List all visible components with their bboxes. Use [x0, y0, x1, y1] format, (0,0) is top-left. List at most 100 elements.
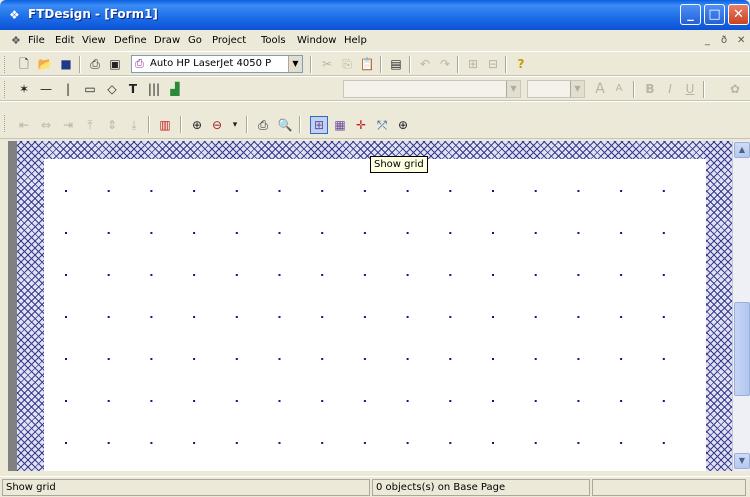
- properties-icon[interactable]: ▤: [387, 55, 405, 73]
- ellipse-icon[interactable]: ◇: [103, 80, 121, 98]
- zoom-in-icon[interactable]: ⊕: [188, 116, 206, 134]
- toolbar-separator: [299, 116, 301, 133]
- redo-icon[interactable]: ↷: [436, 55, 454, 73]
- minimize-button[interactable]: _: [680, 4, 701, 25]
- mdi-close-button[interactable]: ✕: [737, 35, 745, 46]
- grid-dot: [65, 232, 67, 234]
- app-icon[interactable]: ❖: [9, 8, 23, 22]
- align-right-icon[interactable]: ⇥: [59, 116, 77, 134]
- scroll-up-icon[interactable]: ▲: [734, 142, 750, 158]
- help-icon[interactable]: ?: [512, 55, 530, 73]
- grid-dot: [406, 358, 409, 360]
- horizontal-line-icon[interactable]: —: [37, 80, 55, 98]
- open-folder-icon[interactable]: 📂: [36, 55, 54, 73]
- pointer-cross-icon[interactable]: ✶: [15, 80, 33, 98]
- align-bottom-icon[interactable]: ⤓: [125, 116, 143, 134]
- title-bar[interactable]: ❖ FTDesign - [Form1] _ □ ✕: [0, 0, 750, 30]
- toolbar-separator: [79, 56, 81, 73]
- zoom-fit-icon[interactable]: ⊕: [394, 116, 412, 134]
- vertical-scrollbar[interactable]: ▲ ▼: [732, 141, 750, 471]
- grid-dot: [620, 442, 623, 444]
- same-size-icon[interactable]: ▥: [156, 116, 174, 134]
- grid-dot: [321, 232, 324, 234]
- show-grid-button[interactable]: ⊞: [310, 116, 328, 134]
- menu-edit[interactable]: Edit: [55, 35, 74, 46]
- document-menu-icon[interactable]: ❖: [11, 34, 25, 48]
- grid-dot: [662, 316, 665, 318]
- printer-setup-icon[interactable]: ▣: [106, 55, 124, 73]
- align-middle-v-icon[interactable]: ⇕: [103, 116, 121, 134]
- menu-draw[interactable]: Draw: [154, 35, 180, 46]
- menu-project[interactable]: Project: [212, 35, 246, 46]
- font-shrink-icon[interactable]: A: [610, 80, 628, 98]
- menu-tools[interactable]: Tools: [261, 35, 286, 46]
- toolbar-separator: [380, 56, 382, 73]
- mdi-minimize-button[interactable]: _: [705, 35, 710, 46]
- align-left-icon[interactable]: ⇤: [15, 116, 33, 134]
- menu-view[interactable]: View: [82, 35, 106, 46]
- text-tool-icon[interactable]: T: [124, 80, 142, 98]
- copy-icon[interactable]: ⎘: [338, 55, 356, 73]
- menu-help[interactable]: Help: [344, 35, 367, 46]
- paste-icon[interactable]: 📋: [358, 55, 376, 73]
- chevron-down-icon[interactable]: ▼: [506, 81, 520, 97]
- printer-icon: ⎙: [135, 57, 144, 70]
- toolbar-grip[interactable]: [4, 115, 7, 132]
- rectangle-icon[interactable]: ▭: [81, 80, 99, 98]
- grid-dot: [577, 358, 580, 360]
- chevron-down-icon[interactable]: ▼: [288, 56, 302, 72]
- toolbar-grip[interactable]: [4, 81, 7, 98]
- page-zoom-icon[interactable]: 🔍: [276, 116, 294, 134]
- crosshair-icon[interactable]: ✛: [352, 116, 370, 134]
- group-icon[interactable]: ⊞: [464, 55, 482, 73]
- font-grow-icon[interactable]: A: [591, 80, 609, 98]
- move-icon[interactable]: ⤱: [373, 116, 391, 134]
- save-icon[interactable]: ■: [57, 55, 75, 73]
- toolbar-separator: [409, 56, 411, 73]
- ungroup-icon[interactable]: ⊟: [484, 55, 502, 73]
- chevron-down-icon[interactable]: ▼: [570, 81, 584, 97]
- grid-dot: [577, 232, 580, 234]
- color-icon[interactable]: ✿: [726, 80, 744, 98]
- grid-dot: [193, 358, 196, 360]
- zoom-out-icon[interactable]: ⊖: [208, 116, 226, 134]
- design-page[interactable]: [44, 159, 706, 471]
- maximize-button[interactable]: □: [704, 4, 725, 25]
- underline-icon[interactable]: U: [681, 80, 699, 98]
- undo-icon[interactable]: ↶: [416, 55, 434, 73]
- grid-dot: [150, 190, 153, 192]
- grid-dot: [406, 274, 409, 276]
- scroll-thumb[interactable]: [734, 302, 750, 396]
- font-name-select[interactable]: ▼: [343, 80, 521, 98]
- barcode-icon[interactable]: |||: [145, 80, 163, 98]
- printer-select[interactable]: ⎙ Auto HP LaserJet 4050 P ▼: [131, 55, 303, 73]
- new-file-icon[interactable]: 🗋: [15, 55, 33, 73]
- grid-dot: [449, 316, 452, 318]
- grid-dot: [150, 400, 153, 402]
- close-button[interactable]: ✕: [728, 4, 749, 25]
- minimize-icon: _: [687, 7, 694, 22]
- menu-window[interactable]: Window: [297, 35, 336, 46]
- align-top-icon[interactable]: ⤒: [81, 116, 99, 134]
- menu-go[interactable]: Go: [188, 35, 202, 46]
- print-icon[interactable]: ⎙: [86, 55, 104, 73]
- print-preview-icon[interactable]: ⎙: [254, 116, 272, 134]
- grid-dot: [150, 316, 153, 318]
- mdi-restore-button[interactable]: ð: [721, 35, 727, 46]
- snap-grid-icon[interactable]: ▦: [331, 116, 349, 134]
- font-size-select[interactable]: ▼: [527, 80, 585, 98]
- align-center-h-icon[interactable]: ⇔: [37, 116, 55, 134]
- image-icon[interactable]: ▟: [166, 80, 184, 98]
- bold-icon[interactable]: B: [641, 80, 659, 98]
- menu-define[interactable]: Define: [114, 35, 147, 46]
- vertical-line-icon[interactable]: |: [59, 80, 77, 98]
- grid-dot: [65, 400, 67, 402]
- cut-icon[interactable]: ✂: [318, 55, 336, 73]
- grid-dot: [449, 400, 452, 402]
- italic-icon[interactable]: I: [661, 80, 679, 98]
- toolbar-grip[interactable]: [4, 56, 7, 73]
- zoom-dropdown-icon[interactable]: ▾: [226, 116, 244, 134]
- menu-file[interactable]: File: [28, 35, 45, 46]
- layout-toolbar: ⇤ ⇔ ⇥ ⤒ ⇕ ⤓ ▥ ⊕ ⊖ ▾ ⎙ 🔍 ⊞ ▦ ✛ ⤱ ⊕: [0, 101, 750, 139]
- scroll-down-icon[interactable]: ▼: [734, 453, 750, 469]
